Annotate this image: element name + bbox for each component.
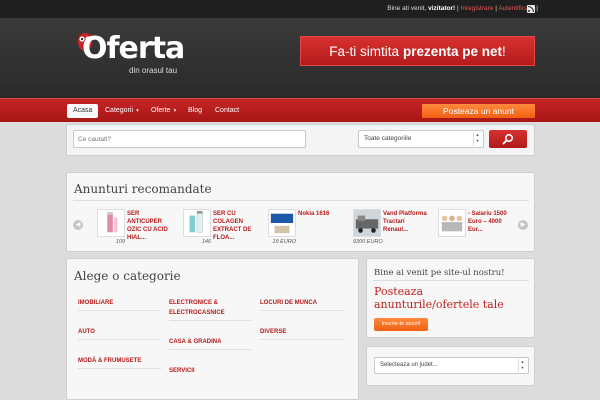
search-icon [502,133,514,145]
divider [169,349,252,350]
main-nav: Acasa Categorii ▼ Oferte ▼ Blog Contact Po… [0,98,600,122]
welcome-text: Bine ati venit, vizitator! | Inregistrar… [387,5,538,12]
category-link-locuri-de-munca[interactable]: LOCURI DE MUNCA [260,298,343,308]
welcome-headline: Posteaza anunturile/ofertele tale [374,285,504,311]
category-select-value: Toate categoriile [364,135,412,142]
item-price: 9300 EURO [353,239,383,245]
separator: | [534,5,538,12]
product-thumbnail[interactable] [183,209,211,237]
select-arrows-icon: ▲ ▼ [473,132,481,146]
welcome-title: Bine ai venit pe site-ul nostru! [374,268,505,278]
category-select[interactable]: Toate categoriile ▲ ▼ [358,130,484,148]
recommended-item[interactable]: SER CU COLAGEN EXTRACT DE FLOA... 146 [183,209,263,249]
category-link-electronice[interactable]: ELECTRONICE & ELECTROCASNICE [169,298,252,318]
nav-label: Acasa [73,107,93,114]
county-select-value: Selecteaza un judet... [380,362,438,368]
nav-item-oferte[interactable]: Oferte ▼ [145,104,183,118]
top-bar: Bine ati venit, vizitator! | Inregistrar… [0,0,600,18]
nav-label: Blog [188,107,203,114]
chevron-down-icon: ▼ [135,108,140,114]
recommended-item[interactable]: Nokia 1616 19 EURO [268,209,348,249]
category-link-casa-gradina[interactable]: CASA & GRADINA [169,337,252,347]
nav-item-acasa[interactable]: Acasa [67,104,99,118]
post-ad-button[interactable]: Posteaza un anunt [422,104,535,118]
nav-item-blog[interactable]: Blog [182,104,208,118]
item-name[interactable]: SER CU COLAGEN EXTRACT DE FLOA... [213,210,257,242]
rss-icon[interactable] [527,5,535,13]
nav-item-categorii[interactable]: Categorii ▼ [99,104,146,118]
recommended-item[interactable]: - Salariu 1500 Euro – 4000 Eur... [438,209,518,249]
welcome-prefix: Bine ati venit, [387,5,427,12]
item-name[interactable]: - Salariu 1500 Euro – 4000 Eur... [468,210,512,234]
recommended-item[interactable]: SER ANTICUPER OZIC CU ACID HIAL... 109 [97,209,177,249]
header-banner[interactable]: Fa-ti simtita prezenta pe net! [300,36,535,66]
visitor-label: vizitator! [428,5,456,12]
site-header: Oferta din orasul tau Fa-ti simtita preze… [0,18,600,98]
recommended-item[interactable]: Vand Platforma Tractari Renaul... 9300 E… [353,209,433,249]
item-price: 19 EURO [272,239,296,245]
category-link-imobiliare[interactable]: IMOBILIARE [78,298,161,308]
item-price: 109 [115,239,125,245]
item-name[interactable]: Vand Platforma Tractari Renaul... [383,210,427,234]
select-arrows-icon: ▲ ▼ [518,359,526,372]
product-thumbnail[interactable] [268,209,296,237]
recommended-panel: Anunturi recomandate ◀ ▶ SER ANTICUPER O… [66,172,535,252]
carousel-next-button[interactable]: ▶ [518,220,528,230]
signup-button[interactable]: Inscrie-te acum! [374,318,428,331]
category-link-servicii[interactable]: SERVICII [169,366,252,376]
search-input[interactable] [73,130,306,148]
logo-tagline: din orasul tau [129,66,178,75]
nav-label: Categorii [105,107,134,114]
search-button[interactable] [489,130,527,148]
divider [78,310,161,311]
search-panel: Toate categoriile ▲▼ [66,124,535,156]
banner-bold: prezenta pe net [402,43,503,59]
nav-label: Contact [215,107,240,114]
item-name[interactable]: SER ANTICUPER OZIC CU ACID HIAL... [127,210,171,242]
nav-item-contact[interactable]: Contact [209,104,245,118]
county-select[interactable]: Selecteaza un judet... ▲ ▼ [374,357,529,374]
categories-title: Alege o categorie [74,269,181,283]
divider [73,200,529,201]
category-link-moda[interactable]: MODĂ & FRUMUSETE [78,356,161,366]
banner-prefix: Fa-ti simtita [329,43,399,59]
banner-suffix: ! [502,43,506,59]
recommended-title: Anunturi recomandate [74,182,212,196]
item-price: 146 [201,239,211,245]
categories-panel: Alege o categorie IMOBILIARE AUTO MODĂ &… [66,258,359,400]
divider [260,339,343,340]
category-link-diverse[interactable]: DIVERSE [260,327,343,337]
divider [78,368,161,369]
divider [373,280,529,281]
nav-label: Oferte [151,107,171,114]
product-thumbnail[interactable] [353,209,381,237]
chevron-down-icon: ▼ [172,108,178,114]
divider [78,339,161,340]
product-thumbnail[interactable] [97,209,125,237]
item-name[interactable]: Nokia 1616 [298,210,342,218]
divider [169,320,252,321]
divider [260,310,343,311]
welcome-panel: Bine ai venit pe site-ul nostru! Posteaz… [366,258,535,338]
county-panel: Selecteaza un judet... ▲ ▼ [366,346,535,386]
product-thumbnail[interactable] [438,209,466,237]
carousel-prev-button[interactable]: ◀ [73,220,83,230]
register-link[interactable]: Inregistrare [461,5,494,12]
logo-text[interactable]: Oferta [82,31,185,66]
category-link-auto[interactable]: AUTO [78,327,161,337]
